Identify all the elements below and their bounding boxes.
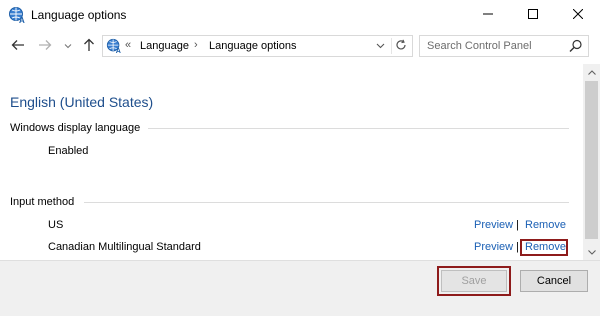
- language-title: English (United States): [10, 94, 154, 110]
- breadcrumb-language[interactable]: Language: [140, 40, 189, 52]
- forward-button[interactable]: [37, 38, 53, 54]
- list-item: US Preview | Remove: [0, 219, 583, 235]
- up-arrow-icon: [83, 38, 95, 55]
- svg-text:A: A: [116, 47, 121, 54]
- save-button[interactable]: Save: [441, 270, 507, 292]
- link-separator: |: [516, 241, 519, 253]
- scroll-down-button[interactable]: [583, 244, 600, 260]
- section-divider: [148, 128, 569, 129]
- preview-link[interactable]: Preview: [474, 219, 513, 231]
- minimize-icon: [482, 9, 493, 22]
- svg-text:A: A: [19, 16, 25, 24]
- address-bar[interactable]: A « Language › Language options: [102, 35, 413, 57]
- display-language-label: Windows display language: [10, 122, 141, 134]
- recent-locations-button[interactable]: [60, 38, 76, 54]
- vertical-scrollbar[interactable]: [583, 64, 600, 260]
- list-item: Canadian Multilingual Standard Preview |…: [0, 239, 583, 257]
- scroll-down-icon: [587, 246, 596, 258]
- link-separator: |: [516, 219, 519, 231]
- address-dropdown-button[interactable]: [373, 39, 387, 53]
- refresh-icon: [395, 39, 407, 54]
- up-button[interactable]: [81, 38, 97, 54]
- maximize-button[interactable]: [510, 0, 555, 30]
- input-method-name: US: [48, 219, 64, 231]
- breadcrumb-language-options[interactable]: Language options: [209, 40, 296, 52]
- language-globe-icon: A: [106, 38, 122, 55]
- section-divider: [84, 202, 569, 203]
- back-button[interactable]: [10, 38, 26, 54]
- input-method-label: Input method: [10, 196, 75, 208]
- close-icon: [572, 8, 583, 22]
- scroll-up-button[interactable]: [583, 64, 600, 80]
- remove-link[interactable]: Remove: [525, 241, 566, 253]
- scrollbar-thumb[interactable]: [585, 81, 598, 239]
- breadcrumb-overflow[interactable]: «: [125, 39, 131, 51]
- search-placeholder: Search Control Panel: [427, 40, 532, 52]
- forward-arrow-icon: [38, 39, 52, 54]
- remove-link[interactable]: Remove: [525, 219, 566, 231]
- cancel-button[interactable]: Cancel: [520, 270, 588, 292]
- maximize-icon: [527, 8, 538, 22]
- title-bar: A Language options: [0, 0, 600, 30]
- display-language-status: Enabled: [48, 145, 89, 157]
- chevron-down-icon: [376, 40, 385, 52]
- refresh-button[interactable]: [391, 38, 409, 54]
- window-title: Language options: [31, 8, 127, 22]
- minimize-button[interactable]: [465, 0, 510, 30]
- preview-link[interactable]: Preview: [474, 241, 513, 253]
- breadcrumb-separator[interactable]: ›: [194, 39, 198, 51]
- dialog-footer: Save Cancel: [0, 260, 600, 316]
- main-content: English (United States) Windows display …: [0, 64, 583, 260]
- input-method-name: Canadian Multilingual Standard: [48, 241, 201, 253]
- language-globe-icon: A: [8, 6, 26, 25]
- search-icon[interactable]: [569, 39, 583, 53]
- scroll-up-icon: [587, 66, 596, 78]
- chevron-down-icon: [64, 40, 72, 52]
- close-button[interactable]: [555, 0, 600, 30]
- back-arrow-icon: [11, 39, 25, 54]
- search-input[interactable]: Search Control Panel: [419, 35, 589, 57]
